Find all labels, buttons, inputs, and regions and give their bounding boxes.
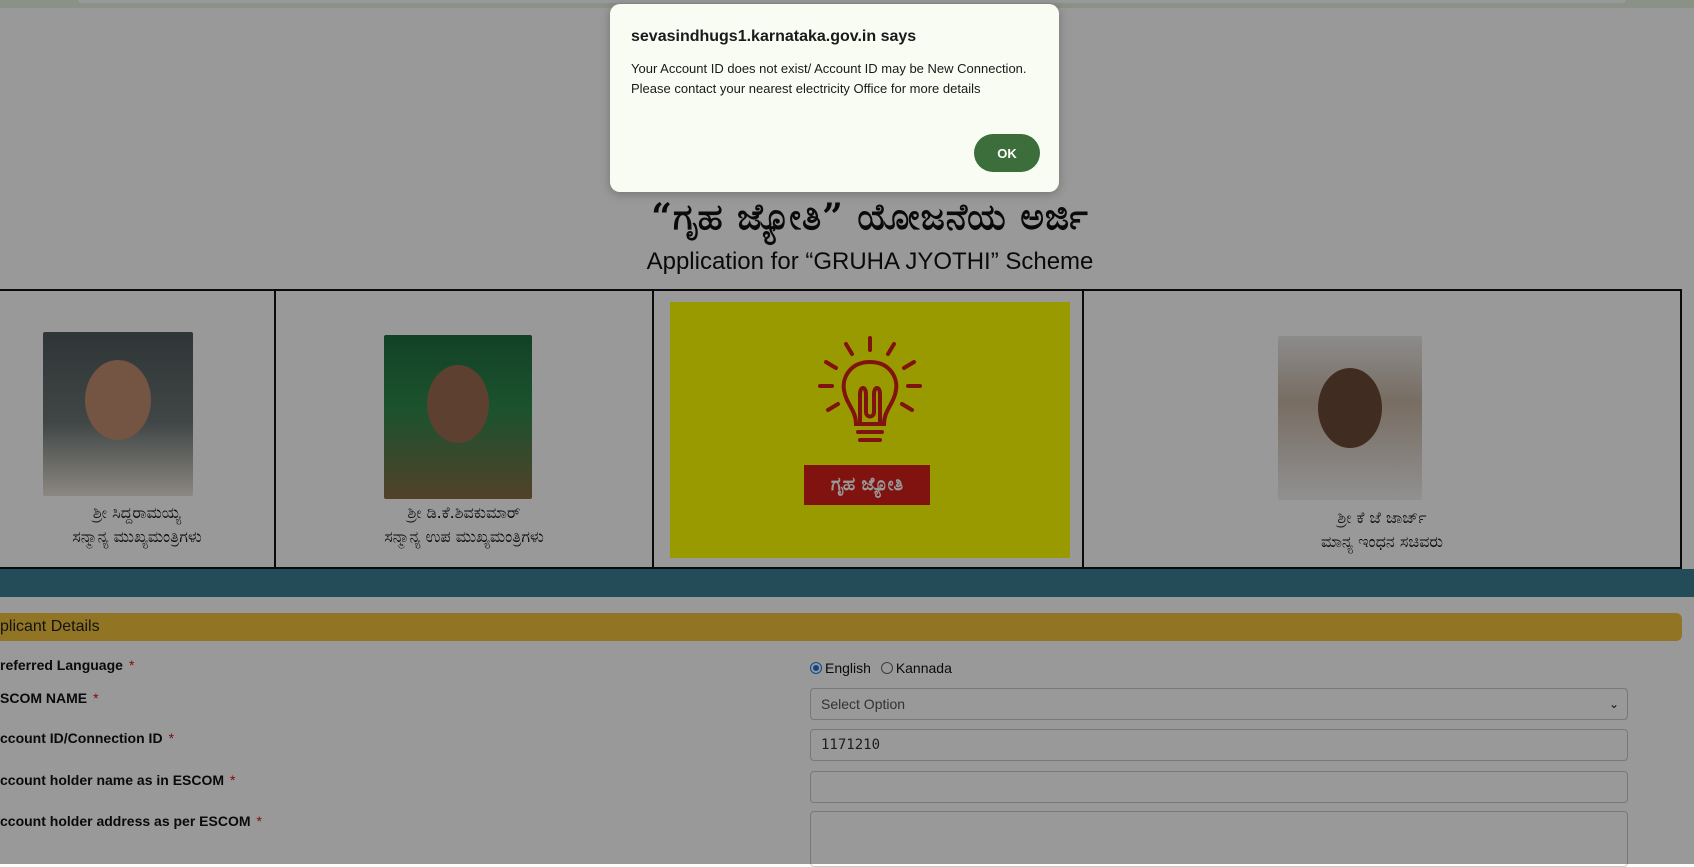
alert-dialog: sevasindhugs1.karnataka.gov.in says Your…	[610, 4, 1059, 192]
dialog-message-line: Your Account ID does not exist/ Account …	[631, 61, 1027, 76]
dialog-title: sevasindhugs1.karnataka.gov.in says	[631, 28, 917, 45]
dialog-message-line: Please contact your nearest electricity …	[631, 81, 981, 96]
dialog-message: Your Account ID does not exist/ Account …	[631, 59, 1041, 99]
ok-button[interactable]: OK	[974, 134, 1040, 172]
